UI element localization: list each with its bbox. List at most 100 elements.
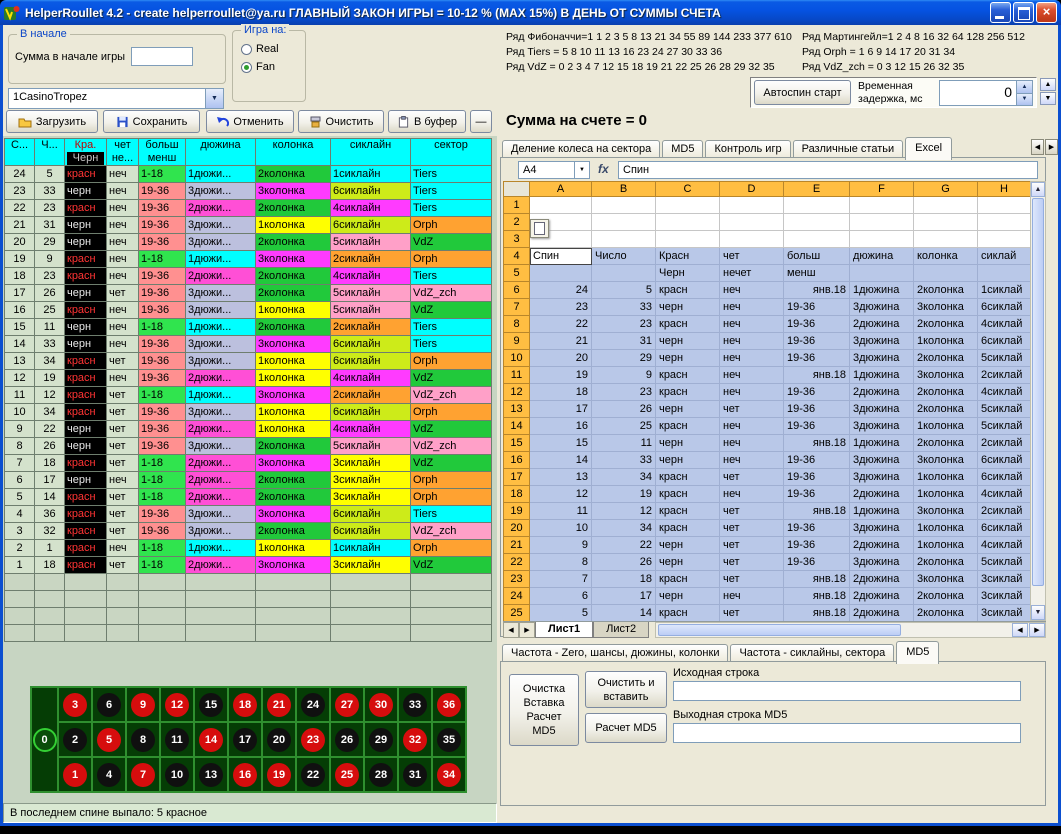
cell[interactable]: красн: [656, 418, 720, 435]
cell[interactable]: 34: [592, 520, 656, 537]
cell[interactable]: 26: [592, 554, 656, 571]
excel-row-header-19[interactable]: 19: [504, 503, 530, 520]
cell[interactable]: черн: [656, 537, 720, 554]
cell[interactable]: менш: [784, 265, 850, 282]
cell[interactable]: 19-36: [784, 486, 850, 503]
board-number-27[interactable]: 27: [330, 687, 364, 722]
cell[interactable]: 1дюжина: [850, 367, 914, 384]
delay-spinner[interactable]: 0 ▲ ▼: [939, 80, 1033, 106]
cell[interactable]: красн: [656, 605, 720, 622]
excel-row-header-9[interactable]: 9: [504, 333, 530, 350]
cell[interactable]: 3дюжина: [850, 452, 914, 469]
history-row[interactable]: 514краснчет1-182дюжи...2колонка3сиклайнO…: [5, 489, 492, 506]
board-number-6[interactable]: 6: [92, 687, 126, 722]
cell[interactable]: неч: [720, 384, 784, 401]
cell[interactable]: 3сиклай: [978, 571, 1031, 588]
cell[interactable]: чет: [720, 605, 784, 622]
cell[interactable]: 34: [592, 469, 656, 486]
excel-row-header-5[interactable]: 5: [504, 265, 530, 282]
sheet-nav-right-icon[interactable]: ▶: [519, 622, 535, 638]
board-number-10[interactable]: 10: [160, 757, 194, 792]
history-row[interactable]: 1625красннеч19-363дюжи...1колонка5сиклай…: [5, 302, 492, 319]
board-number-19[interactable]: 19: [262, 757, 296, 792]
board-number-1[interactable]: 1: [58, 757, 92, 792]
board-number-22[interactable]: 22: [296, 757, 330, 792]
cell[interactable]: 24: [530, 282, 592, 299]
cell[interactable]: 3колонка: [914, 503, 978, 520]
cell[interactable]: чет: [720, 520, 784, 537]
board-number-33[interactable]: 33: [398, 687, 432, 722]
cell[interactable]: чет: [720, 571, 784, 588]
cell[interactable]: больш: [784, 248, 850, 265]
cell[interactable]: 4сиклай: [978, 316, 1031, 333]
cell[interactable]: 5сиклай: [978, 350, 1031, 367]
board-number-32[interactable]: 32: [398, 722, 432, 757]
cell[interactable]: 5: [592, 282, 656, 299]
history-row[interactable]: 1334краснчет19-363дюжи...1колонка6сиклай…: [5, 353, 492, 370]
cell[interactable]: 2дюжина: [850, 571, 914, 588]
cell[interactable]: черн: [656, 401, 720, 418]
excel-row-header-14[interactable]: 14: [504, 418, 530, 435]
excel-column-header-B[interactable]: B: [592, 182, 656, 197]
cell[interactable]: [720, 231, 784, 248]
radio-real[interactable]: Real: [241, 43, 305, 55]
cell[interactable]: 23: [592, 316, 656, 333]
tab-scroll-left-button[interactable]: ◀: [1031, 139, 1044, 155]
cell[interactable]: янв.18: [784, 571, 850, 588]
delay-down-button[interactable]: ▼: [1040, 92, 1056, 105]
cell[interactable]: 2колонка: [914, 282, 978, 299]
board-number-9[interactable]: 9: [126, 687, 160, 722]
tab-4[interactable]: Excel: [905, 137, 952, 160]
history-row[interactable]: 1726чернчет19-363дюжи...2колонка5сиклайн…: [5, 285, 492, 302]
cell[interactable]: [592, 265, 656, 282]
cell[interactable]: 3дюжина: [850, 554, 914, 571]
cell[interactable]: 16: [530, 418, 592, 435]
cell[interactable]: 9: [592, 367, 656, 384]
cell[interactable]: 6сиклай: [978, 520, 1031, 537]
excel-column-header-G[interactable]: G: [914, 182, 978, 197]
board-number-4[interactable]: 4: [92, 757, 126, 792]
cell[interactable]: [850, 197, 914, 214]
cell[interactable]: 6сиклай: [978, 452, 1031, 469]
board-number-2[interactable]: 2: [58, 722, 92, 757]
excel-row-header-21[interactable]: 21: [504, 537, 530, 554]
cell[interactable]: [592, 197, 656, 214]
cell[interactable]: янв.18: [784, 435, 850, 452]
cell[interactable]: 33: [592, 452, 656, 469]
name-box-dropdown-icon[interactable]: ▼: [574, 162, 589, 178]
history-row[interactable]: 617черннеч1-182дюжи...2колонка3сиклайнOr…: [5, 472, 492, 489]
cell[interactable]: неч: [720, 367, 784, 384]
cell[interactable]: 3дюжина: [850, 350, 914, 367]
cell[interactable]: 11: [530, 503, 592, 520]
cell[interactable]: чет: [720, 248, 784, 265]
history-row[interactable]: 332краснчет19-363дюжи...2колонка6сиклайн…: [5, 523, 492, 540]
cell[interactable]: 25: [592, 418, 656, 435]
cell[interactable]: [914, 231, 978, 248]
paste-options-icon[interactable]: [530, 219, 549, 238]
sheet-nav-left-icon[interactable]: ◀: [503, 622, 519, 638]
cell[interactable]: 3колонка: [914, 299, 978, 316]
cell[interactable]: чет: [720, 469, 784, 486]
cell[interactable]: 3сиклай: [978, 605, 1031, 622]
cell[interactable]: 2колонка: [914, 316, 978, 333]
cell[interactable]: чет: [720, 503, 784, 520]
cell[interactable]: черн: [656, 333, 720, 350]
cell[interactable]: [850, 214, 914, 231]
cell[interactable]: 8: [530, 554, 592, 571]
cell[interactable]: 33: [592, 299, 656, 316]
cell[interactable]: 3дюжина: [850, 520, 914, 537]
cell[interactable]: янв.18: [784, 367, 850, 384]
board-number-11[interactable]: 11: [160, 722, 194, 757]
cell[interactable]: [784, 214, 850, 231]
board-number-35[interactable]: 35: [432, 722, 466, 757]
md5-clear-insert-button[interactable]: Очистить и вставить: [585, 671, 667, 708]
board-number-12[interactable]: 12: [160, 687, 194, 722]
md5-output-input[interactable]: [673, 723, 1021, 743]
cell[interactable]: [850, 265, 914, 282]
cell[interactable]: 2дюжина: [850, 588, 914, 605]
cell[interactable]: 1колонка: [914, 520, 978, 537]
md5-source-input[interactable]: [673, 681, 1021, 701]
cell[interactable]: красн: [656, 282, 720, 299]
board-number-5[interactable]: 5: [92, 722, 126, 757]
board-zero[interactable]: 0: [31, 687, 58, 792]
